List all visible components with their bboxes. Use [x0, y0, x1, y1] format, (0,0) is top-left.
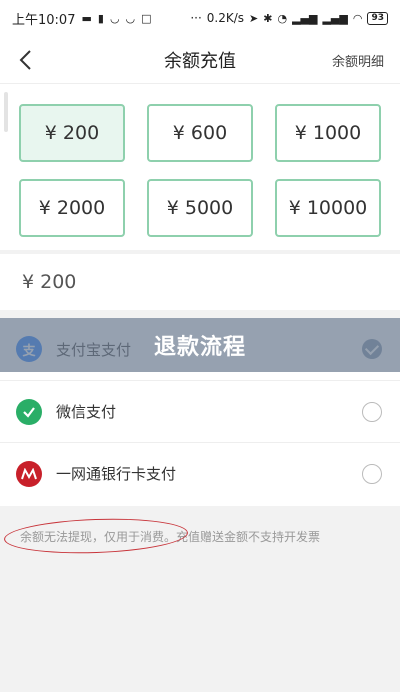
bluetooth-icon: ✱ — [263, 11, 273, 25]
wechat-pay-icon — [16, 398, 42, 425]
status-bar: 上午10:07 ▬ ▮ ◡ ◡ □ ··· 0.2K/s ➤ ✱ ◔ ▂▄▆ ▂… — [0, 0, 400, 36]
message-icon: ▬ — [81, 11, 92, 25]
payment-option-row[interactable]: 一网通银行卡支付 — [0, 442, 400, 504]
payment-option-label: 支付宝支付 — [56, 340, 132, 359]
amount-input[interactable]: ¥ 200 — [0, 254, 400, 310]
alarm-icon: ◔ — [277, 11, 288, 25]
page-title: 余额充值 — [164, 50, 236, 72]
network-speed: 0.2K/s — [206, 11, 245, 25]
amount-option-button[interactable]: ¥ 1000 — [275, 104, 381, 162]
amount-option-button[interactable]: ¥ 10000 — [275, 179, 381, 237]
screenshot-icon: □ — [141, 11, 152, 25]
amount-option-button[interactable]: ¥ 600 — [147, 104, 253, 162]
alipay-icon: 支 — [16, 336, 42, 362]
app-icon: ◡ — [109, 11, 120, 25]
back-button[interactable] — [10, 44, 40, 76]
status-more: ··· — [190, 11, 202, 25]
battery-level: 93 — [371, 13, 384, 23]
payment-option-label: 微信支付 — [56, 403, 117, 421]
status-time: 上午10:07 — [12, 12, 76, 28]
amount-option-button[interactable]: ¥ 200 — [19, 104, 125, 162]
amount-option-button[interactable]: ¥ 5000 — [147, 179, 253, 237]
battery-icon: 93 — [367, 11, 388, 25]
nav-bar: 余额充值 余额明细 — [0, 36, 400, 84]
payment-method-list: 支支付宝支付微信支付一网通银行卡支付 — [0, 318, 400, 506]
payment-option-label: 一网通银行卡支付 — [56, 465, 177, 483]
payment-option-row[interactable]: 支支付宝支付 — [0, 318, 400, 380]
radio-unchecked-icon[interactable] — [362, 402, 382, 422]
signal-icon: ▂▄▆ — [292, 11, 318, 25]
balance-detail-link[interactable]: 余额明细 — [332, 51, 384, 70]
bank-card-icon — [16, 460, 42, 487]
radio-checked-icon[interactable] — [362, 339, 382, 359]
wifi-icon: ◠ — [352, 11, 363, 25]
location-icon: ➤ — [249, 11, 259, 25]
scroll-indicator — [4, 92, 8, 132]
payment-option-row[interactable]: 微信支付 — [0, 380, 400, 442]
notification-icon: ▮ — [97, 11, 104, 25]
amount-input-value: ¥ 200 — [22, 271, 77, 293]
radio-unchecked-icon[interactable] — [362, 464, 382, 484]
signal-icon-2: ▂▄▆ — [322, 11, 348, 25]
notice-text: 余额无法提现，仅用于消费。充值赠送金额不支持开发票 — [20, 529, 321, 544]
app-icon-2: ◡ — [125, 11, 136, 25]
chevron-left-icon — [19, 50, 31, 70]
amount-option-button[interactable]: ¥ 2000 — [19, 179, 125, 237]
